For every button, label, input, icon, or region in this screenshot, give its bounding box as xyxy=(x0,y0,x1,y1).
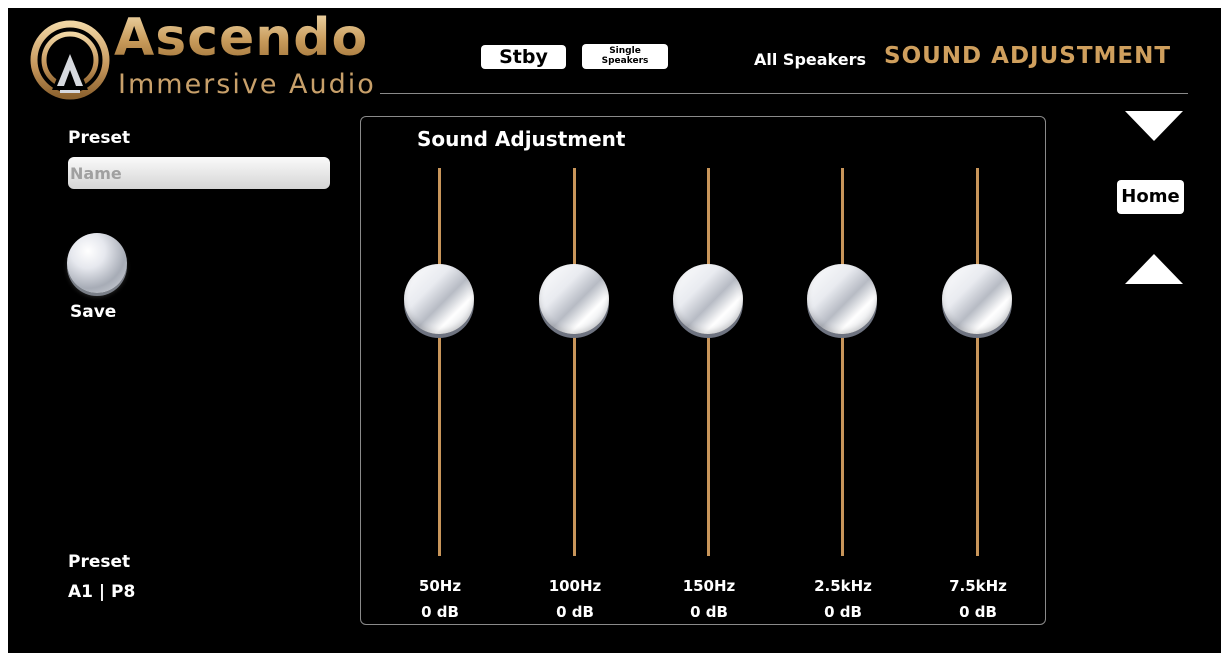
current-preset-value: A1 | P8 xyxy=(68,582,136,602)
band-gain-value: 0 dB xyxy=(690,603,728,621)
band-gain-value: 0 dB xyxy=(421,603,459,621)
eq-band-50hz: 50Hz 0 dB xyxy=(390,117,490,626)
triangle-down-icon[interactable] xyxy=(1125,111,1183,141)
band-frequency-label: 150Hz xyxy=(682,577,736,595)
slider-knob[interactable] xyxy=(539,264,609,334)
eq-band-2-5khz: 2.5kHz 0 dB xyxy=(793,117,893,626)
band-frequency-label: 7.5kHz xyxy=(949,577,1007,595)
slider-track[interactable] xyxy=(841,168,844,556)
ascendo-logo-icon xyxy=(30,20,110,100)
band-frequency-label: 2.5kHz xyxy=(814,577,872,595)
slider-knob[interactable] xyxy=(673,264,743,334)
save-button[interactable] xyxy=(67,233,127,293)
brand-logo: Ascendo Immersive Audio xyxy=(30,8,410,110)
slider-track[interactable] xyxy=(976,168,979,556)
slider-track[interactable] xyxy=(707,168,710,556)
eq-band-150hz: 150Hz 0 dB xyxy=(659,117,759,626)
save-label: Save xyxy=(70,302,117,322)
band-gain-value: 0 dB xyxy=(959,603,997,621)
triangle-up-icon[interactable] xyxy=(1125,254,1183,284)
standby-button[interactable]: Stby xyxy=(481,45,566,69)
preset-name-input[interactable] xyxy=(68,157,330,189)
app-screen: Ascendo Immersive Audio Stby Single Spea… xyxy=(8,8,1221,653)
band-frequency-label: 100Hz xyxy=(548,577,602,595)
single-speakers-button[interactable]: Single Speakers xyxy=(582,44,668,69)
eq-band-100hz: 100Hz 0 dB xyxy=(525,117,625,626)
slider-track[interactable] xyxy=(438,168,441,556)
band-gain-value: 0 dB xyxy=(824,603,862,621)
page-title: SOUND ADJUSTMENT xyxy=(884,43,1172,69)
slider-track[interactable] xyxy=(573,168,576,556)
band-frequency-label: 50Hz xyxy=(418,577,462,595)
sound-adjustment-panel: Sound Adjustment 50Hz 0 dB 100Hz 0 dB 15… xyxy=(360,116,1046,625)
current-preset-label: Preset xyxy=(68,552,131,572)
single-speakers-label-line1: Single xyxy=(609,46,641,56)
slider-knob[interactable] xyxy=(942,264,1012,334)
eq-band-7-5khz: 7.5kHz 0 dB xyxy=(928,117,1028,626)
header-divider xyxy=(380,93,1188,94)
slider-knob[interactable] xyxy=(807,264,877,334)
speaker-mode-label: All Speakers xyxy=(754,50,867,69)
band-gain-value: 0 dB xyxy=(556,603,594,621)
home-button[interactable]: Home xyxy=(1117,180,1184,214)
single-speakers-label-line2: Speakers xyxy=(601,56,649,66)
brand-tagline: Immersive Audio xyxy=(118,69,376,100)
preset-editor-label: Preset xyxy=(68,128,131,148)
brand-name: Ascendo xyxy=(114,8,369,68)
slider-knob[interactable] xyxy=(404,264,474,334)
